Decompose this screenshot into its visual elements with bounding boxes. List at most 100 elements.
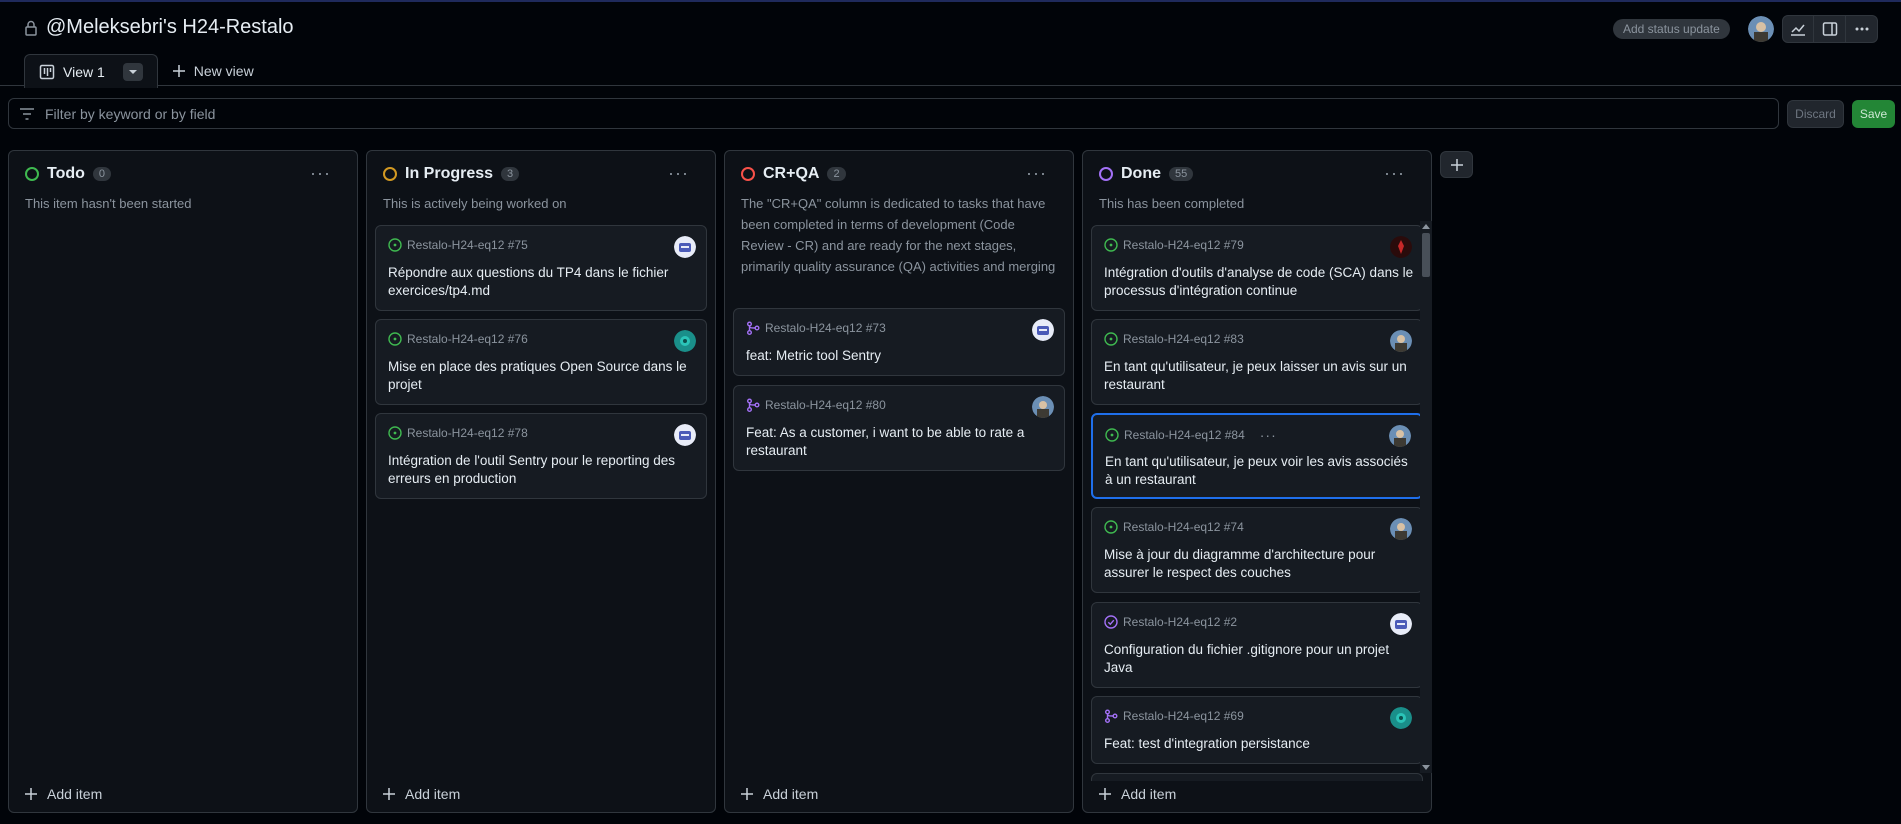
scroll-down-arrow-icon[interactable] bbox=[1422, 765, 1430, 770]
card[interactable]: Restalo-H24-eq12 #79 Intégration d'outil… bbox=[1091, 225, 1423, 311]
issue-opened-icon bbox=[388, 332, 402, 346]
card-title[interactable]: Feat: test d'integration persistance bbox=[1104, 735, 1414, 753]
card-title[interactable]: En tant qu'utilisateur, je peux voir les… bbox=[1105, 453, 1415, 489]
user-avatar[interactable] bbox=[1748, 16, 1774, 42]
add-item-button[interactable]: Add item bbox=[383, 786, 460, 802]
column-menu-button[interactable]: ··· bbox=[668, 163, 689, 184]
card-title[interactable]: En tant qu'utilisateur, je peux laisser … bbox=[1104, 358, 1414, 394]
status-circle-icon bbox=[25, 167, 39, 181]
card-ref: Restalo-H24-eq12 #2 bbox=[1123, 615, 1238, 629]
column-menu-button[interactable]: ··· bbox=[310, 163, 331, 184]
add-item-button[interactable]: Add item bbox=[741, 786, 818, 802]
plus-icon bbox=[1099, 788, 1111, 800]
save-button[interactable]: Save bbox=[1852, 100, 1895, 128]
filter-icon bbox=[20, 107, 34, 120]
card-ref: Restalo-H24-eq12 #75 bbox=[407, 238, 528, 252]
plus-icon bbox=[741, 788, 753, 800]
git-merge-icon bbox=[747, 321, 760, 335]
card[interactable]: Restalo-H24-eq12 #73 feat: Metric tool S… bbox=[733, 308, 1065, 376]
add-item-button[interactable]: Add item bbox=[1099, 786, 1176, 802]
issue-opened-icon bbox=[388, 426, 402, 440]
column-description: This is actively being worked on bbox=[383, 196, 567, 211]
column-name: In Progress bbox=[405, 165, 494, 182]
card-meta: Restalo-H24-eq12 #80 bbox=[746, 398, 886, 412]
card-meta: Restalo-H24-eq12 #2 bbox=[1104, 615, 1237, 629]
assignee-avatar[interactable] bbox=[1390, 236, 1412, 258]
add-item-label: Add item bbox=[47, 786, 103, 802]
card-title[interactable]: Intégration de l'outil Sentry pour le re… bbox=[388, 452, 698, 488]
sidebar-icon bbox=[1822, 22, 1837, 36]
column-scrollbar[interactable] bbox=[1420, 221, 1432, 773]
view-tabs: View 1 New view bbox=[24, 54, 268, 88]
card-ref: Restalo-H24-eq12 #74 bbox=[1123, 520, 1244, 534]
card[interactable]: Restalo-H24-eq12 #83 En tant qu'utilisat… bbox=[1091, 319, 1423, 405]
card-selected[interactable]: Restalo-H24-eq12 #84 ··· En tant qu'util… bbox=[1091, 413, 1423, 499]
assignee-avatar[interactable] bbox=[1390, 330, 1412, 352]
card[interactable]: Restalo-H24-eq12 #2 Configuration du fic… bbox=[1091, 602, 1423, 688]
card-ref: Restalo-H24-eq12 #73 bbox=[765, 321, 886, 335]
column-cr-qa: CR+QA 2 ··· The "CR+QA" column is dedica… bbox=[724, 150, 1074, 813]
column-todo: Todo 0 ··· This item hasn't been started… bbox=[8, 150, 358, 813]
card-meta: Restalo-H24-eq12 #76 bbox=[388, 332, 528, 346]
assignee-avatar[interactable] bbox=[1389, 425, 1411, 447]
assignee-avatar[interactable] bbox=[1032, 319, 1054, 341]
insights-button[interactable] bbox=[1782, 15, 1814, 43]
card-ref: Restalo-H24-eq12 #79 bbox=[1123, 238, 1244, 252]
status-circle-icon bbox=[383, 167, 397, 181]
card-ref: Restalo-H24-eq12 #80 bbox=[765, 398, 886, 412]
assignee-avatar[interactable] bbox=[674, 236, 696, 258]
card[interactable]: Restalo-H24-eq12 #74 Mise à jour du diag… bbox=[1091, 507, 1423, 593]
discard-button[interactable]: Discard bbox=[1787, 100, 1844, 128]
card-meta: Restalo-H24-eq12 #83 bbox=[1104, 332, 1244, 346]
card-meta: Restalo-H24-eq12 #73 bbox=[746, 321, 886, 335]
card-meta: Restalo-H24-eq12 #74 bbox=[1104, 520, 1244, 534]
card[interactable]: Restalo-H24-eq12 #75 Répondre aux questi… bbox=[375, 225, 707, 311]
title-row: @Meleksebri's H24-Restalo bbox=[24, 16, 294, 39]
card-title[interactable]: feat: Metric tool Sentry bbox=[746, 347, 1056, 365]
side-panel-button[interactable] bbox=[1814, 15, 1846, 43]
card[interactable]: Restalo-H24-eq12 #76 Mise en place des p… bbox=[375, 319, 707, 405]
assignee-avatar[interactable] bbox=[1032, 396, 1054, 418]
tab-options-button[interactable] bbox=[122, 62, 143, 81]
add-item-label: Add item bbox=[1121, 786, 1177, 802]
more-options-button[interactable] bbox=[1846, 15, 1878, 43]
issue-opened-icon bbox=[388, 238, 402, 252]
scrollbar-thumb[interactable] bbox=[1422, 233, 1430, 277]
column-header: In Progress 3 bbox=[383, 165, 520, 183]
card-title[interactable]: Feat: As a customer, i want to be able t… bbox=[746, 424, 1056, 460]
scroll-up-arrow-icon[interactable] bbox=[1422, 224, 1430, 229]
kebab-horizontal-icon bbox=[1855, 27, 1868, 31]
card[interactable]: Restalo-H24-eq12 #69 Feat: test d'integr… bbox=[1091, 696, 1423, 764]
issue-opened-icon bbox=[1104, 238, 1118, 252]
assignee-avatar[interactable] bbox=[674, 424, 696, 446]
column-count: 2 bbox=[827, 167, 846, 181]
card-partial[interactable] bbox=[1091, 773, 1423, 781]
column-menu-button[interactable]: ··· bbox=[1384, 163, 1405, 184]
card-title[interactable]: Répondre aux questions du TP4 dans le fi… bbox=[388, 264, 698, 300]
status-circle-icon bbox=[741, 167, 755, 181]
card-options-button[interactable]: ··· bbox=[1260, 427, 1277, 443]
column-menu-button[interactable]: ··· bbox=[1026, 163, 1047, 184]
assignee-avatar[interactable] bbox=[1390, 613, 1412, 635]
card[interactable]: Restalo-H24-eq12 #80 Feat: As a customer… bbox=[733, 385, 1065, 471]
tab-label: View 1 bbox=[63, 63, 105, 80]
git-merge-icon bbox=[1105, 709, 1118, 723]
filter-input[interactable] bbox=[45, 105, 1645, 122]
git-merge-icon bbox=[747, 398, 760, 412]
add-status-update-button[interactable]: Add status update bbox=[1613, 19, 1730, 39]
card-title[interactable]: Configuration du fichier .gitignore pour… bbox=[1104, 641, 1414, 677]
assignee-avatar[interactable] bbox=[1390, 518, 1412, 540]
add-column-button[interactable] bbox=[1440, 151, 1473, 178]
add-item-button[interactable]: Add item bbox=[25, 786, 102, 802]
new-view-button[interactable]: New view bbox=[158, 54, 268, 88]
assignee-avatar[interactable] bbox=[674, 330, 696, 352]
card-title[interactable]: Intégration d'outils d'analyse de code (… bbox=[1104, 264, 1414, 300]
tab-view-1[interactable]: View 1 bbox=[24, 54, 158, 88]
card-title[interactable]: Mise à jour du diagramme d'architecture … bbox=[1104, 546, 1414, 582]
card[interactable]: Restalo-H24-eq12 #78 Intégration de l'ou… bbox=[375, 413, 707, 499]
filter-bar[interactable] bbox=[8, 98, 1779, 129]
status-circle-icon bbox=[1099, 167, 1113, 181]
plus-icon bbox=[383, 788, 395, 800]
assignee-avatar[interactable] bbox=[1390, 707, 1412, 729]
card-title[interactable]: Mise en place des pratiques Open Source … bbox=[388, 358, 698, 394]
